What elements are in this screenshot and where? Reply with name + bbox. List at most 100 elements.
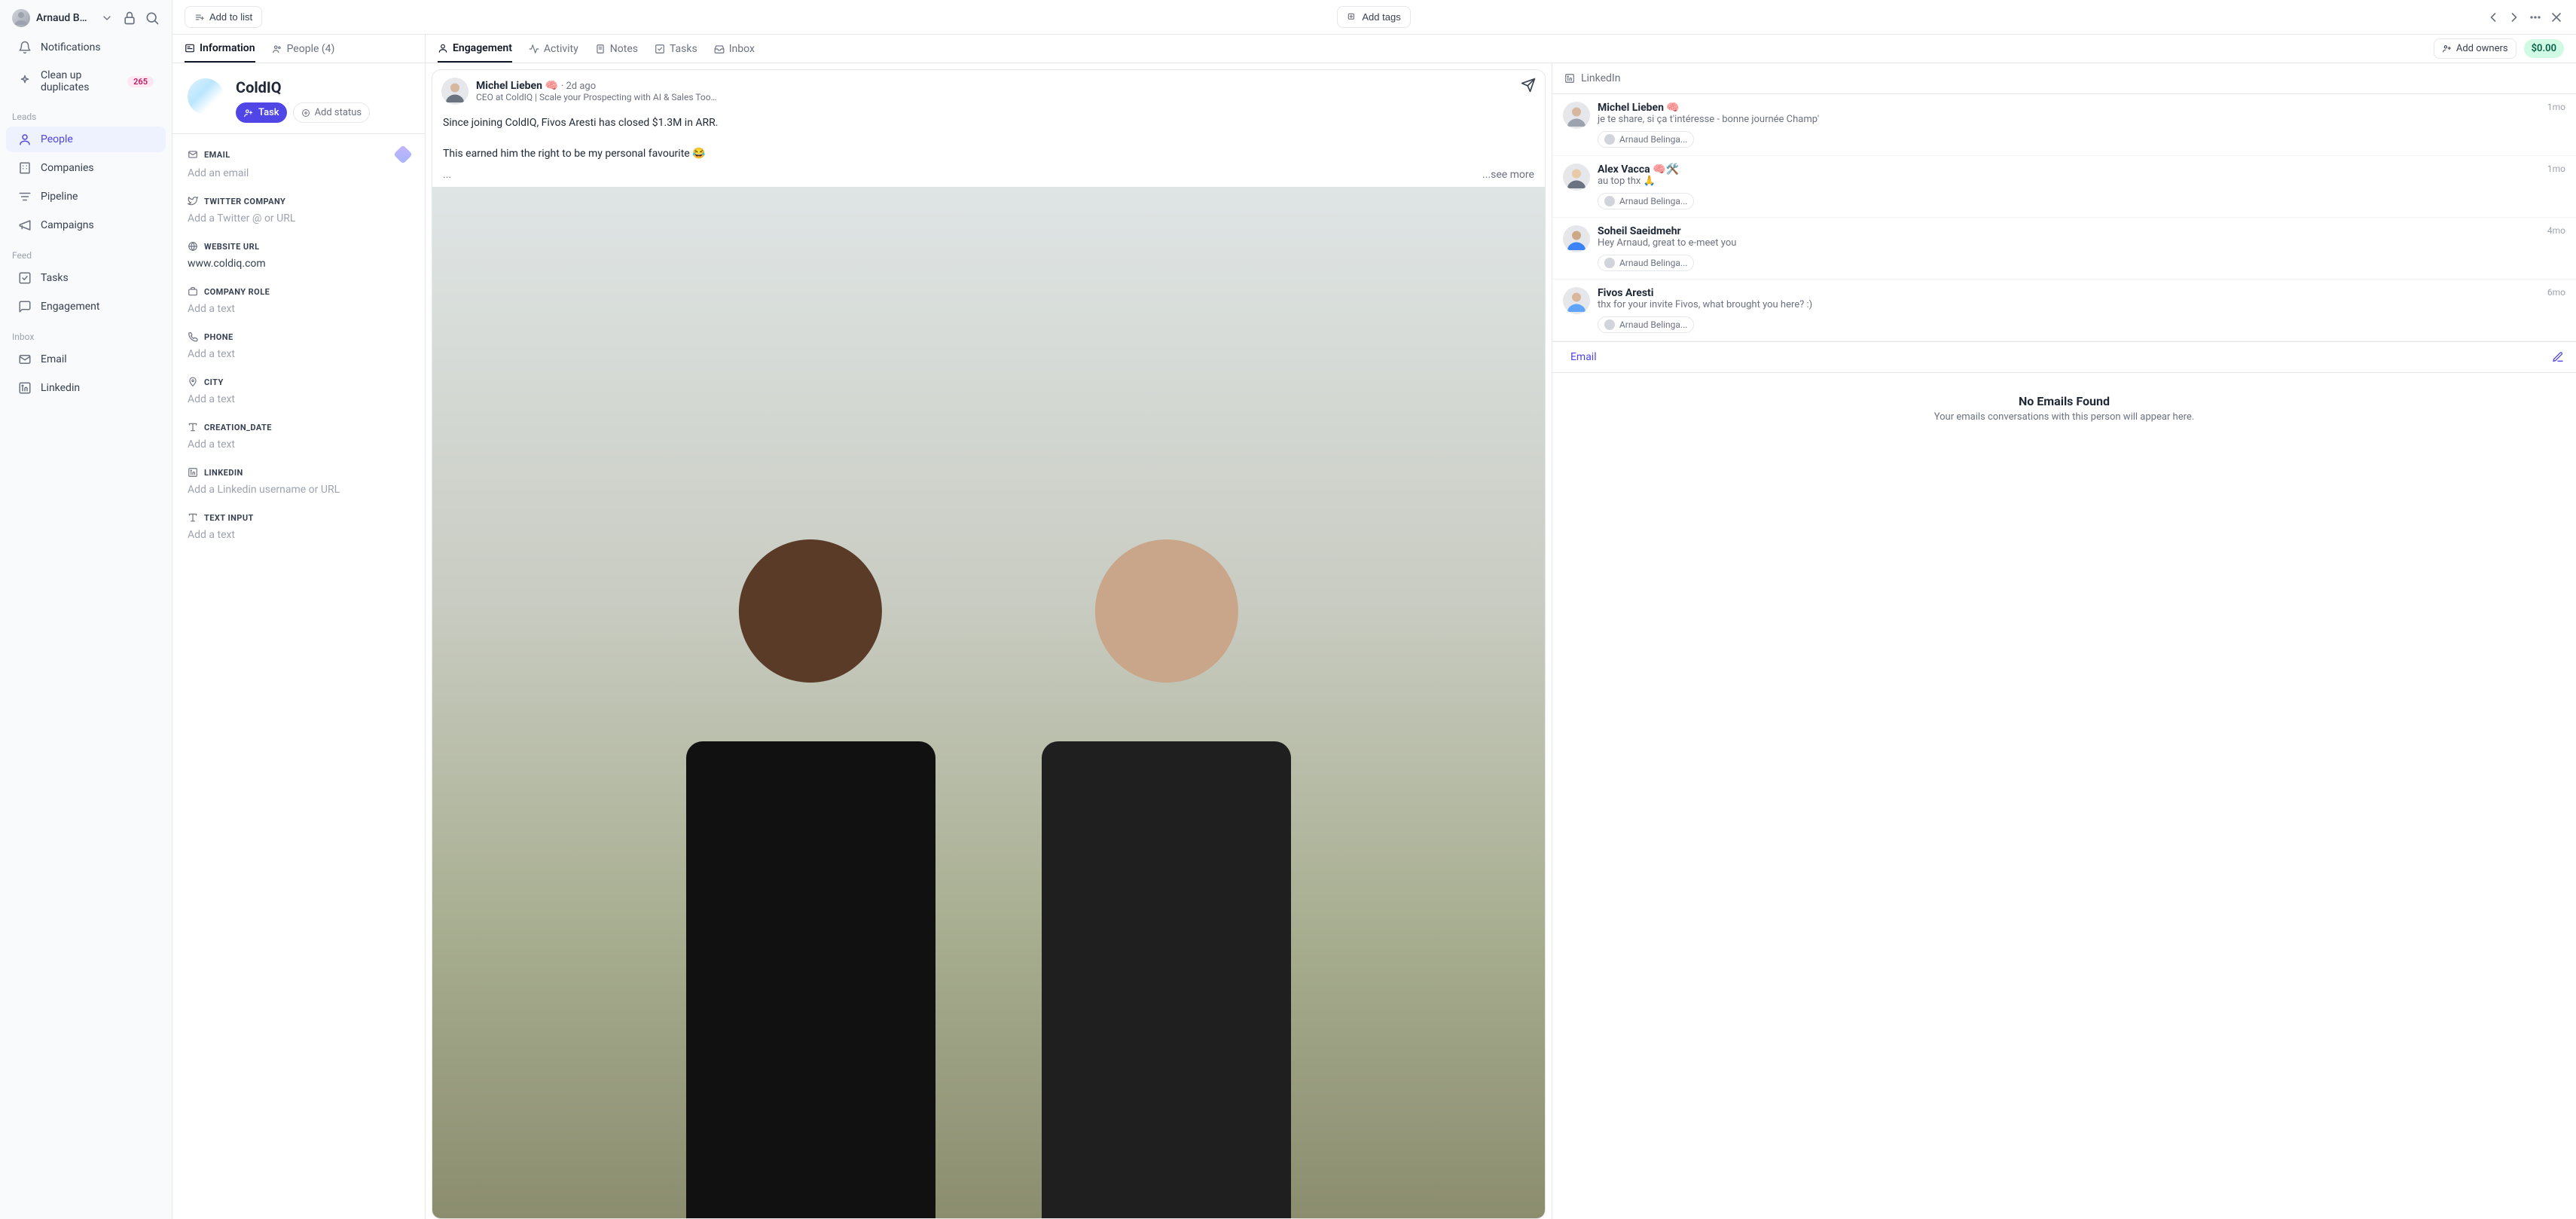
sidebar-item-tasks[interactable]: Tasks <box>6 265 166 291</box>
tab-inbox[interactable]: Inbox <box>714 35 755 63</box>
enrich-icon[interactable] <box>393 145 412 163</box>
contact-avatar <box>1563 287 1590 314</box>
sidebar-item-linkedin[interactable]: Linkedin <box>6 375 166 401</box>
inbox-icon <box>714 44 725 54</box>
linkedin-item[interactable]: Michel Lieben 🧠 je te share, si ça t'int… <box>1552 94 2576 156</box>
message-preview: au top thx 🙏 <box>1598 176 2540 187</box>
message-preview: thx for your invite Fivos, what brought … <box>1598 299 2540 310</box>
contact-name: Alex Vacca 🧠🛠️ <box>1598 163 2540 176</box>
field-city: CITY Add a text <box>188 377 410 405</box>
field-website-label: WEBSITE URL <box>204 242 260 252</box>
send-icon[interactable] <box>1521 78 1536 93</box>
field-twitter-label: TWITTER COMPANY <box>204 197 285 206</box>
tab-engagement[interactable]: Engagement <box>438 35 512 63</box>
recipient-tag: Arnaud Belinga... <box>1598 255 1694 271</box>
tab-notes[interactable]: Notes <box>595 35 638 63</box>
engagement-column: Michel Lieben 🧠 · 2d ago CEO at ColdIQ |… <box>426 63 1552 1219</box>
contact-name: Soheil Saeidmehr <box>1598 225 2540 237</box>
mail-icon <box>18 353 32 366</box>
add-status-button[interactable]: Add status <box>293 102 371 123</box>
tab-inbox-label: Inbox <box>729 43 755 55</box>
post-image[interactable] <box>432 187 1545 1218</box>
phone-icon <box>188 331 198 342</box>
post-line-2: This earned him the right to be my perso… <box>443 148 706 160</box>
message-time: 4mo <box>2547 225 2565 271</box>
deal-value[interactable]: $0.00 <box>2524 39 2564 58</box>
recipient-tag: Arnaud Belinga... <box>1598 131 1694 148</box>
right-column: LinkedIn Michel Lieben 🧠 je te share, si… <box>1552 63 2576 1219</box>
post-time: 2d ago <box>566 81 597 92</box>
sidebar-item-pipeline[interactable]: Pipeline <box>6 184 166 209</box>
linkedin-header-label: LinkedIn <box>1581 72 1621 84</box>
add-to-list-button[interactable]: Add to list <box>185 6 262 28</box>
more-icon[interactable] <box>2528 10 2543 25</box>
sidebar-item-cleanup[interactable]: Clean up duplicates 265 <box>6 63 166 99</box>
sidebar-user-switcher[interactable]: Arnaud Belin... <box>0 3 172 33</box>
linkedin-item[interactable]: Soheil Saeidmehr Hey Arnaud, great to e-… <box>1552 218 2576 280</box>
twitter-input[interactable]: Add a Twitter @ or URL <box>188 212 410 225</box>
add-tags-label: Add tags <box>1362 11 1400 23</box>
add-tags-button[interactable]: Add tags <box>1337 6 1410 28</box>
linkedin-input[interactable]: Add a Linkedin username or URL <box>188 484 410 496</box>
linkedin-item[interactable]: Fivos Aresti thx for your invite Fivos, … <box>1552 280 2576 341</box>
tab-tasks[interactable]: Tasks <box>655 35 697 63</box>
sidebar-item-companies[interactable]: Companies <box>6 155 166 181</box>
sidebar-item-campaigns[interactable]: Campaigns <box>6 212 166 238</box>
sidebar-item-notifications[interactable]: Notifications <box>6 35 166 60</box>
tab-activity[interactable]: Activity <box>529 35 578 63</box>
linkedin-icon <box>1564 73 1575 84</box>
email-input[interactable]: Add an email <box>188 167 410 179</box>
city-input[interactable]: Add a text <box>188 393 410 405</box>
post-author-name[interactable]: Michel Lieben 🧠 <box>476 80 558 92</box>
building-icon <box>18 161 32 175</box>
sidebar-item-email[interactable]: Email <box>6 347 166 372</box>
email-section-header[interactable]: Email <box>1552 341 2576 373</box>
add-to-list-label: Add to list <box>209 11 252 23</box>
tab-people[interactable]: People (4) <box>272 35 335 63</box>
tab-information[interactable]: Information <box>185 35 255 63</box>
empty-title: No Emails Found <box>1567 394 2561 408</box>
post-author-avatar <box>441 78 469 105</box>
linkedin-item[interactable]: Alex Vacca 🧠🛠️ au top thx 🙏 Arnaud Belin… <box>1552 156 2576 218</box>
close-icon[interactable] <box>2549 10 2564 25</box>
tab-engagement-label: Engagement <box>453 42 512 54</box>
sidebar-item-people[interactable]: People <box>6 127 166 152</box>
lock-icon[interactable] <box>122 11 137 26</box>
message-time: 6mo <box>2547 287 2565 333</box>
textinput-input[interactable]: Add a text <box>188 529 410 541</box>
linkedin-list: Michel Lieben 🧠 je te share, si ça t'int… <box>1552 94 2576 341</box>
activity-icon <box>529 44 539 54</box>
compose-icon[interactable] <box>2552 351 2564 363</box>
see-more-button[interactable]: ...see more <box>1482 169 1534 181</box>
search-icon[interactable] <box>145 11 160 26</box>
email-header-label: Email <box>1570 351 1597 363</box>
phone-input[interactable]: Add a text <box>188 348 410 360</box>
contact-avatar <box>1563 102 1590 129</box>
topbar: Add to list Add tags <box>172 0 2576 35</box>
nav-back-icon[interactable] <box>2486 10 2501 25</box>
field-creation-label: CREATION_DATE <box>204 423 272 432</box>
tag-plus-icon <box>1347 12 1357 23</box>
center-tabs: Engagement Activity Notes Tasks Inbox Ad… <box>426 35 2576 63</box>
section-leads: Leads <box>0 101 172 125</box>
linkedin-label: Linkedin <box>41 382 80 394</box>
megaphone-icon <box>18 218 32 232</box>
role-input[interactable]: Add a text <box>188 303 410 315</box>
field-role: COMPANY ROLE Add a text <box>188 286 410 315</box>
linkedin-icon <box>188 467 198 478</box>
task-button[interactable]: Task <box>236 102 287 123</box>
chat-icon <box>18 300 32 313</box>
chevron-down-icon[interactable] <box>99 11 114 26</box>
sidebar-item-engagement[interactable]: Engagement <box>6 294 166 319</box>
tab-tasks-label: Tasks <box>670 43 697 55</box>
add-owners-button[interactable]: Add owners <box>2434 38 2516 59</box>
creation-input[interactable]: Add a text <box>188 438 410 451</box>
linkedin-section-header[interactable]: LinkedIn <box>1552 63 2576 94</box>
recipient-tag: Arnaud Belinga... <box>1598 316 1694 333</box>
pin-icon <box>188 377 198 387</box>
list-plus-icon <box>194 12 205 23</box>
nav-forward-icon[interactable] <box>2507 10 2522 25</box>
website-value[interactable]: www.coldiq.com <box>188 258 410 270</box>
field-linkedin-label: LINKEDIN <box>204 468 243 478</box>
pipeline-icon <box>18 190 32 203</box>
